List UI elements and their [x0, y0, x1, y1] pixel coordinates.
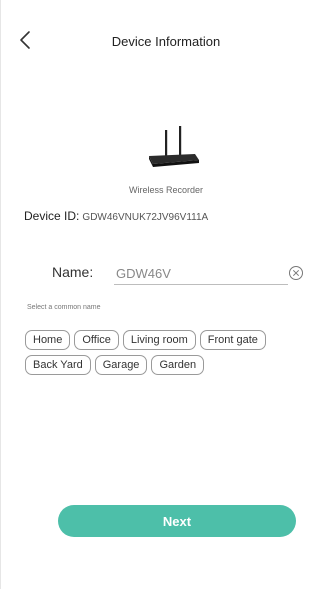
- name-suggestions: Home Office Living room Front gate Back …: [25, 330, 315, 380]
- device-id-key: Device ID:: [24, 209, 80, 223]
- name-field-row: Name:: [52, 262, 310, 286]
- chip-back-yard[interactable]: Back Yard: [25, 355, 91, 375]
- chip-front-gate[interactable]: Front gate: [199, 330, 266, 350]
- chip-living-room[interactable]: Living room: [122, 330, 196, 350]
- device-model-label: Wireless Recorder: [128, 185, 204, 195]
- suggestion-row: Home Office Living room Front gate: [25, 330, 315, 350]
- device-id-value: GDW46VNUK72JV96V111A: [82, 212, 209, 223]
- clear-circle-icon[interactable]: [288, 265, 304, 281]
- next-button[interactable]: Next: [58, 505, 296, 537]
- name-label: Name:: [52, 264, 94, 280]
- chip-garden[interactable]: Garden: [151, 355, 205, 375]
- wireless-recorder-icon: [143, 120, 203, 170]
- left-edge-divider: [0, 0, 1, 589]
- name-input[interactable]: [114, 262, 288, 285]
- common-name-hint: Select a common name: [27, 304, 101, 311]
- chip-home[interactable]: Home: [25, 330, 71, 350]
- header: Device Information: [0, 0, 332, 80]
- device-id: Device ID: GDW46VNUK72JV96V111A: [24, 209, 208, 223]
- chip-office[interactable]: Office: [74, 330, 119, 350]
- chip-garage[interactable]: Garage: [94, 355, 148, 375]
- page-title: Device Information: [111, 34, 221, 49]
- suggestion-row: Back Yard Garage Garden: [25, 355, 315, 375]
- device-information-screen: Device Information Wireless Recorder Dev…: [0, 0, 332, 589]
